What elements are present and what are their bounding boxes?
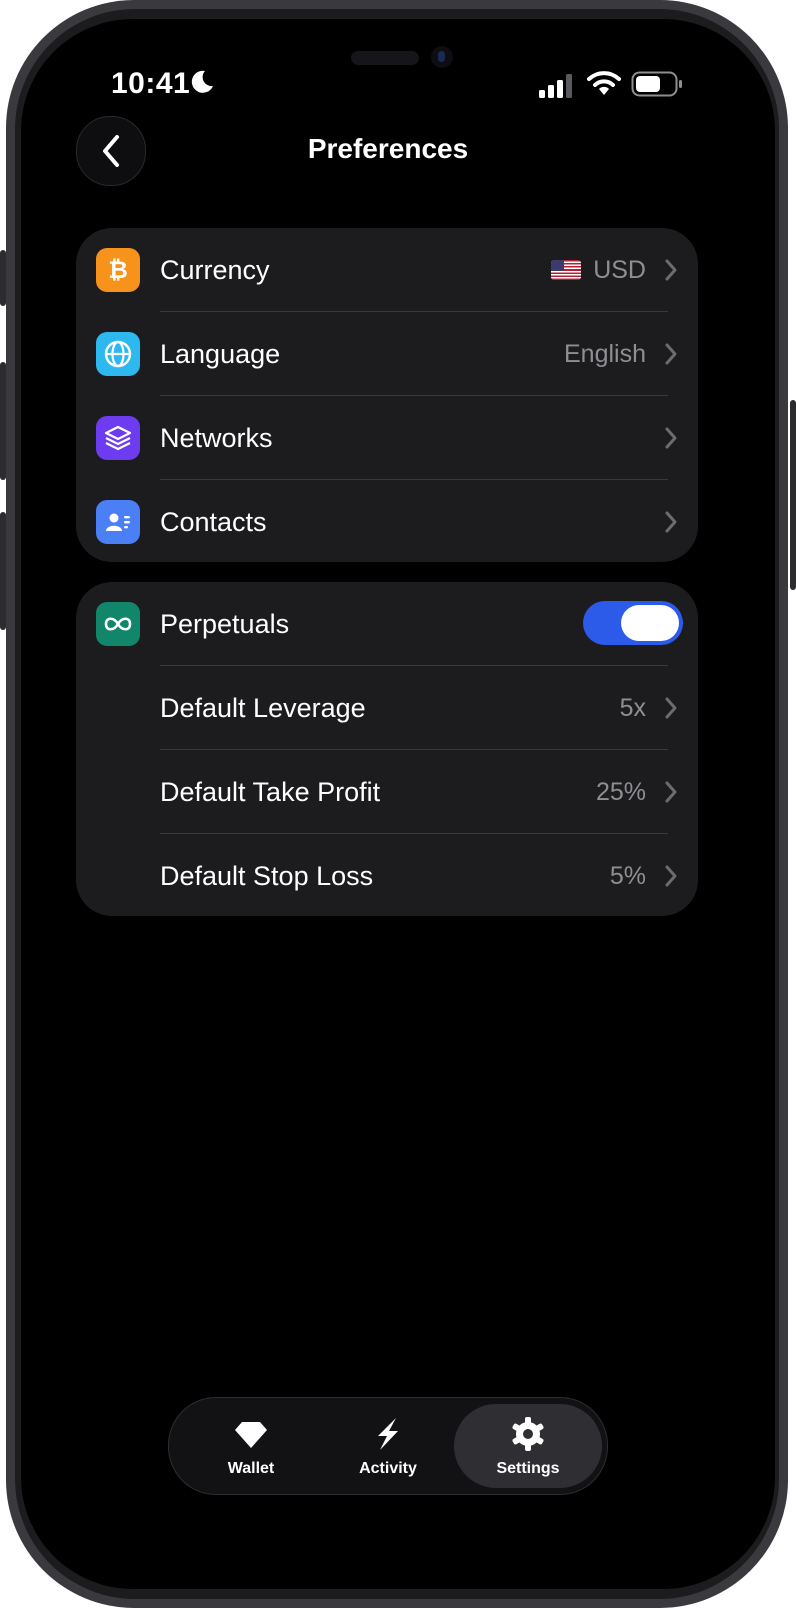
tab-settings-label: Settings: [496, 1460, 560, 1477]
chevron-right-icon: [665, 343, 677, 365]
perpetuals-row: Perpetuals: [76, 582, 698, 666]
tab-wallet-label: Wallet: [227, 1460, 275, 1477]
battery-icon: [631, 71, 682, 97]
perpetuals-label: Perpetuals: [160, 609, 290, 639]
volume-down-button: [0, 512, 6, 630]
power-button: [790, 400, 796, 590]
svg-text:₿: ₿: [108, 257, 128, 284]
bitcoin-icon: ₿: [96, 248, 140, 292]
us-flag-icon: [551, 260, 582, 280]
tab-wallet[interactable]: Wallet: [181, 1404, 321, 1488]
chevron-right-icon: [665, 865, 677, 887]
chevron-right-icon: [665, 511, 677, 533]
layers-icon: [96, 416, 140, 460]
dynamic-island: [351, 51, 419, 65]
gear-icon: [512, 1417, 544, 1451]
chevron-right-icon: [665, 781, 677, 803]
tab-activity-label: Activity: [359, 1460, 417, 1477]
currency-value: USD: [551, 228, 646, 312]
language-value: English: [564, 340, 646, 368]
contact-card-icon: [96, 500, 140, 544]
tab-settings[interactable]: Settings: [454, 1404, 602, 1488]
default-leverage-value: 5x: [619, 694, 646, 722]
default-stop-loss-row[interactable]: Default Stop Loss 5%: [76, 834, 698, 918]
lightning-icon: [378, 1418, 398, 1450]
phone-stage: 10:41 Preferences ₿ Currency USD Languag…: [0, 0, 796, 1608]
default-leverage-label: Default Leverage: [160, 693, 366, 723]
language-row[interactable]: Language English: [76, 312, 698, 396]
preferences-card: ₿ Currency USD Language English Networks…: [76, 228, 698, 562]
chevron-right-icon: [665, 697, 677, 719]
globe-icon: [96, 332, 140, 376]
chevron-right-icon: [665, 427, 677, 449]
front-camera: [431, 46, 453, 68]
contacts-row[interactable]: Contacts: [76, 480, 698, 564]
currency-code: USD: [593, 256, 646, 284]
default-stop-loss-value: 5%: [609, 862, 646, 890]
default-leverage-row[interactable]: Default Leverage 5x: [76, 666, 698, 750]
page-title: Preferences: [307, 133, 469, 164]
networks-row[interactable]: Networks: [76, 396, 698, 480]
chevron-right-icon: [665, 259, 677, 281]
moon-icon: [191, 70, 213, 93]
currency-row[interactable]: ₿ Currency USD: [76, 228, 698, 312]
infinity-icon: [96, 602, 140, 646]
networks-label: Networks: [160, 423, 273, 453]
default-stop-loss-label: Default Stop Loss: [160, 861, 374, 891]
diamond-icon: [235, 1422, 267, 1448]
language-label: Language: [160, 339, 281, 369]
volume-up-button: [0, 362, 6, 480]
perpetuals-card: Perpetuals Default Leverage 5x Default T…: [76, 582, 698, 916]
contacts-label: Contacts: [160, 507, 267, 537]
tab-bar: Wallet Activity Settings: [168, 1397, 608, 1495]
wifi-icon: [587, 71, 621, 95]
perpetuals-toggle[interactable]: [583, 601, 683, 645]
tab-activity[interactable]: Activity: [318, 1404, 458, 1488]
currency-label: Currency: [160, 255, 270, 285]
default-take-profit-value: 25%: [595, 778, 646, 806]
status-time: 10:41: [111, 67, 191, 100]
toggle-knob: [621, 605, 679, 641]
default-take-profit-row[interactable]: Default Take Profit 25%: [76, 750, 698, 834]
silent-switch: [0, 250, 6, 306]
default-take-profit-label: Default Take Profit: [160, 777, 381, 807]
cellular-signal-icon: [539, 74, 572, 98]
screen: 10:41 Preferences ₿ Currency USD Languag…: [21, 19, 775, 1589]
